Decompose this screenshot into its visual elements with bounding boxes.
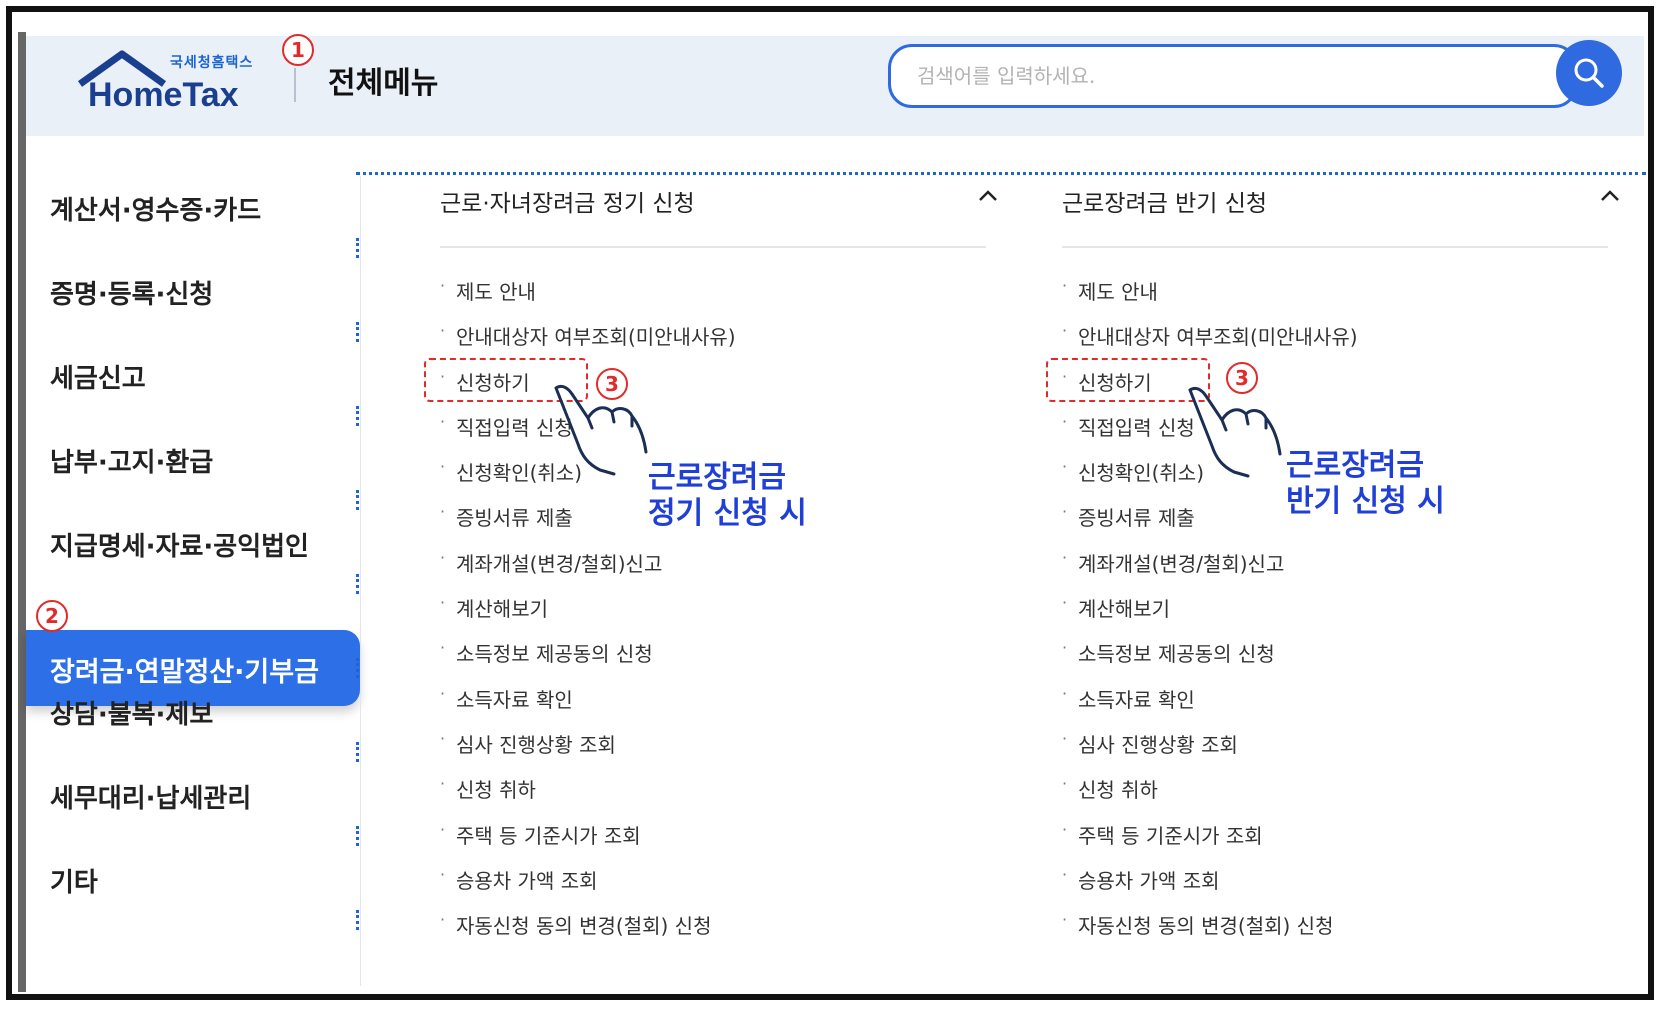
step-marker-1: 1 (282, 34, 314, 66)
list-item[interactable]: · 심사 진행상황 조회 (1062, 729, 1358, 774)
sidebar-item-consultation[interactable]: 상담·불복·제보 (50, 694, 213, 731)
chevron-up-icon[interactable] (1598, 184, 1622, 208)
annotation-line: 근로장려금 (648, 460, 786, 495)
header-divider (294, 68, 296, 102)
list-item[interactable]: · 소득정보 제공동의 신청 (440, 638, 736, 683)
column-divider (440, 246, 986, 248)
annotation-line: 근로장려금 (1286, 448, 1424, 483)
pointing-hand-icon (554, 384, 648, 476)
list-item[interactable]: · 주택 등 기준시가 조회 (1062, 820, 1358, 865)
column-divider (1062, 246, 1608, 248)
list-item[interactable]: · 제도 안내 (1062, 276, 1358, 321)
annotation-line: 정기 신청 시 (648, 496, 807, 531)
sidebar-item-label: 장려금·연말정산·기부금 (50, 657, 319, 688)
list-item[interactable]: · 계좌개설(변경/철회)신고 (1062, 548, 1358, 593)
page-title: 전체메뉴 (328, 66, 439, 101)
sidebar-border (360, 176, 361, 986)
logo-subtitle: 국세청홈택스 (170, 55, 254, 71)
search-button[interactable] (1556, 40, 1622, 106)
logo-text: HomeTax (88, 76, 239, 114)
content-top-border (356, 172, 1646, 175)
list-item[interactable]: · 계산해보기 (1062, 593, 1358, 638)
sidebar-item-tax-agent[interactable]: 세무대리·납세관리 (50, 778, 251, 815)
list-item[interactable]: · 계산해보기 (440, 593, 736, 638)
sidebar-item-etc[interactable]: 기타 (50, 862, 98, 899)
sidebar-item-payment-statement[interactable]: 지급명세·자료·공익법인 (50, 526, 309, 563)
frame-left-edge (18, 32, 26, 992)
annotation-line: 반기 신청 시 (1286, 484, 1445, 519)
list-item[interactable]: · 주택 등 기준시가 조회 (440, 820, 736, 865)
list-item[interactable]: · 승용차 가액 조회 (440, 865, 736, 910)
step-marker-2: 2 (36, 600, 68, 632)
sidebar: 계산서·영수증·카드 증명·등록·신청 세금신고 납부·고지·환급 지급명세·자… (26, 136, 360, 986)
list-item[interactable]: · 자동신청 동의 변경(철회) 신청 (1062, 910, 1358, 955)
sidebar-item-payment[interactable]: 납부·고지·환급 (50, 442, 213, 479)
list-item[interactable]: · 제도 안내 (440, 276, 736, 321)
list-item[interactable]: · 신청 취하 (440, 774, 736, 819)
list-item[interactable]: · 계좌개설(변경/철회)신고 (440, 548, 736, 593)
list-item[interactable]: · 자동신청 동의 변경(철회) 신청 (440, 910, 736, 955)
list-item[interactable]: · 소득자료 확인 (1062, 684, 1358, 729)
search-box[interactable] (888, 44, 1578, 108)
sidebar-item-certificate[interactable]: 증명·등록·신청 (50, 274, 213, 311)
pointing-hand-icon (1188, 386, 1282, 478)
annotation-half-year: 근로장려금 반기 신청 시 (1286, 448, 1445, 520)
list-item[interactable]: · 소득자료 확인 (440, 684, 736, 729)
search-icon (1574, 58, 1604, 88)
annotation-regular: 근로장려금 정기 신청 시 (648, 460, 807, 532)
list-item[interactable]: · 소득정보 제공동의 신청 (1062, 638, 1358, 683)
list-item[interactable]: · 심사 진행상황 조회 (440, 729, 736, 774)
list-item[interactable]: · 승용차 가액 조회 (1062, 865, 1358, 910)
search-input[interactable] (917, 61, 1477, 91)
list-item[interactable]: · 신청 취하 (1062, 774, 1358, 819)
sidebar-item-tax-filing[interactable]: 세금신고 (50, 358, 146, 395)
chevron-up-icon[interactable] (976, 184, 1000, 208)
column-title[interactable]: 근로·자녀장려금 정기 신청 (440, 184, 695, 218)
sidebar-item-invoice[interactable]: 계산서·영수증·카드 (50, 190, 261, 227)
header: 국세청홈택스 HomeTax 전체메뉴 (26, 36, 1644, 136)
hometax-logo[interactable]: 국세청홈택스 HomeTax (74, 50, 274, 130)
column-title[interactable]: 근로장려금 반기 신청 (1062, 184, 1267, 218)
